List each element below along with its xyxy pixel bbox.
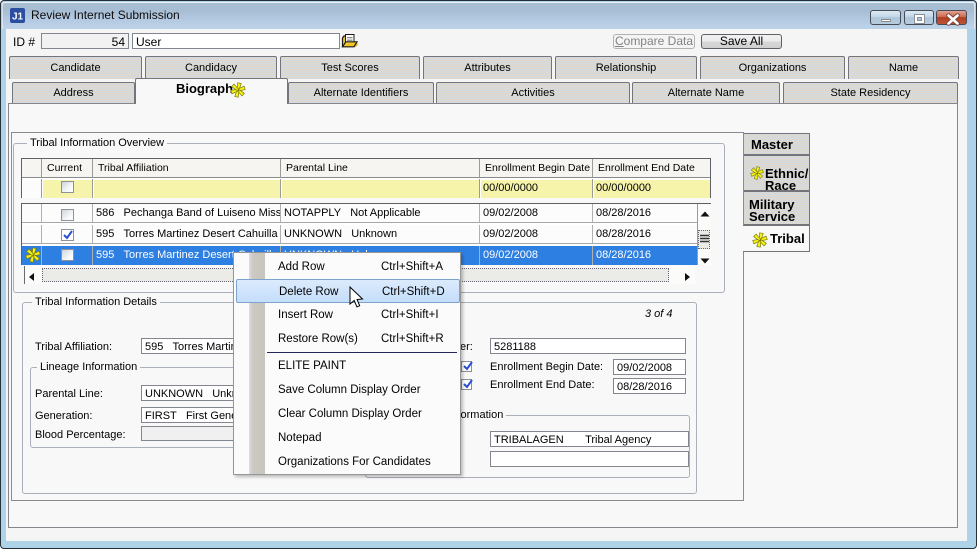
- svg-text:J1: J1: [12, 12, 24, 23]
